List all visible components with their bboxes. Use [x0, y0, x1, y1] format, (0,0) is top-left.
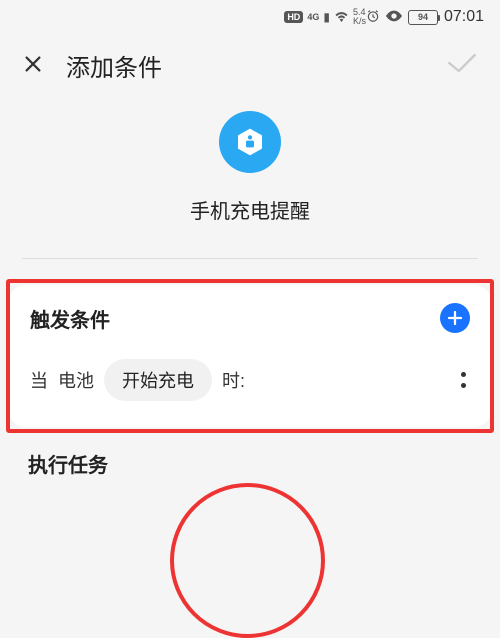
annotation-red-circle: [170, 483, 325, 638]
add-trigger-button[interactable]: [440, 303, 470, 333]
automation-name[interactable]: 手机充电提醒: [190, 195, 310, 224]
trigger-title: 触发条件: [30, 304, 110, 333]
wifi-icon: [334, 10, 349, 25]
automation-icon: [219, 111, 281, 173]
trigger-shi-label: 时:: [222, 367, 245, 393]
tasks-title: 执行任务: [28, 449, 472, 478]
confirm-check-icon[interactable]: [446, 51, 478, 80]
page-header: 添加条件: [0, 34, 500, 93]
eye-icon: [386, 10, 402, 25]
alarm-icon: [366, 9, 380, 26]
net-speed: 5.4 K/s: [353, 8, 366, 26]
battery-icon: 94: [408, 10, 438, 25]
divider: [22, 258, 478, 259]
signal-icon: ▮: [323, 10, 330, 24]
tasks-section: 执行任务: [0, 427, 500, 478]
network-4g: 4G: [307, 12, 319, 22]
status-bar: HD 4G ▮ 5.4 K/s 94 07:01: [0, 0, 500, 34]
trigger-card: 触发条件 当 电池 开始充电 时:: [8, 285, 492, 427]
clock: 07:01: [444, 8, 484, 26]
close-icon[interactable]: [22, 53, 44, 79]
trigger-row[interactable]: 当 电池 开始充电 时:: [30, 359, 470, 401]
hero: 手机充电提醒: [0, 93, 500, 244]
trigger-value-pill[interactable]: 开始充电: [104, 359, 212, 401]
trigger-when-label: 当: [30, 367, 48, 393]
more-menu-icon[interactable]: [461, 372, 470, 388]
hd-badge: HD: [284, 11, 303, 23]
trigger-section: 触发条件 当 电池 开始充电 时:: [0, 285, 500, 427]
page-title: 添加条件: [66, 48, 424, 83]
trigger-battery-label: 电池: [58, 367, 94, 393]
